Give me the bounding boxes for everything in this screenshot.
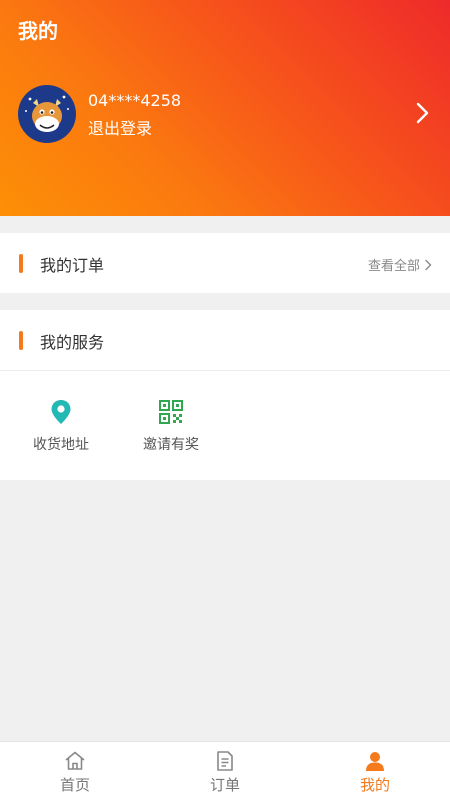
- my-orders-section[interactable]: 我的订单 查看全部: [0, 233, 450, 293]
- my-services-section: 我的服务 收货地址 邀请有奖: [0, 310, 450, 480]
- service-invite-rewards[interactable]: 邀请有奖: [126, 398, 216, 454]
- tab-label: 订单: [209, 776, 240, 794]
- view-all-label: 查看全部: [367, 259, 420, 274]
- service-label: 收货地址: [33, 437, 89, 453]
- location-pin-icon: [51, 400, 71, 424]
- logout-link[interactable]: 退出登录: [88, 115, 152, 139]
- tab-home[interactable]: 首页: [0, 742, 150, 800]
- bottom-tab-bar: 首页 订单 我的: [0, 741, 450, 800]
- divider: [0, 370, 450, 371]
- view-all-orders-link[interactable]: 查看全部: [368, 255, 432, 274]
- service-shipping-address[interactable]: 收货地址: [16, 398, 106, 454]
- chevron-right-icon: [425, 259, 432, 270]
- my-orders-title: 我的订单: [40, 256, 105, 275]
- qr-code-icon: [159, 400, 183, 424]
- chevron-right-icon[interactable]: [414, 99, 432, 127]
- page-title: 我的: [18, 19, 58, 43]
- document-icon: [217, 751, 233, 771]
- home-icon: [65, 751, 85, 770]
- tab-orders[interactable]: 订单: [150, 742, 300, 800]
- profile-header: 我的 04****4258 退出登录: [0, 0, 450, 216]
- my-services-title: 我的服务: [40, 333, 105, 352]
- user-icon: [366, 752, 384, 771]
- avatar[interactable]: [18, 85, 76, 143]
- section-accent-bar: [19, 254, 23, 273]
- user-profile-row[interactable]: 04****4258 退出登录: [18, 85, 438, 143]
- tab-label: 首页: [59, 776, 90, 794]
- tab-mine[interactable]: 我的: [300, 742, 450, 800]
- service-label: 邀请有奖: [143, 437, 199, 453]
- tab-label: 我的: [359, 776, 390, 794]
- section-accent-bar: [19, 331, 23, 350]
- user-phone: 04****4258: [88, 91, 182, 110]
